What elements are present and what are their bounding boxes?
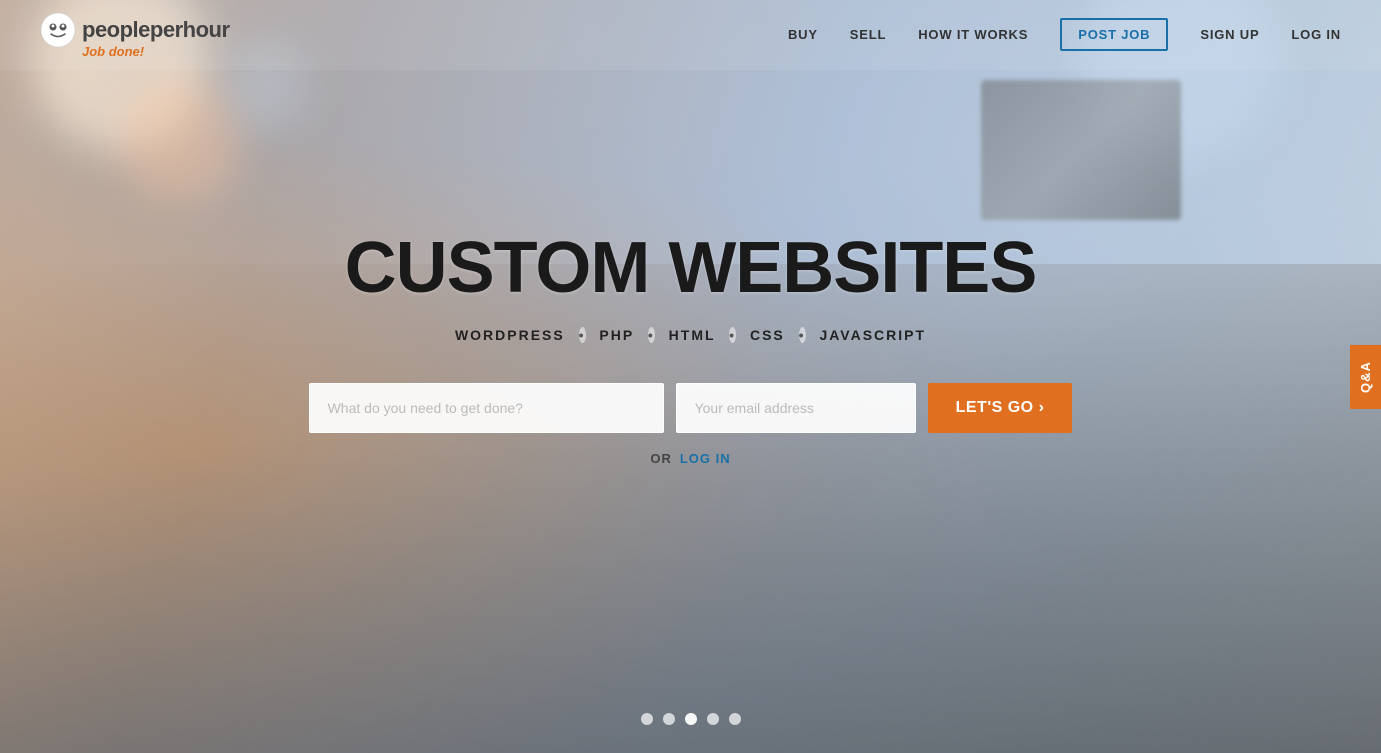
subtitle-wordpress: WORDPRESS [455,327,565,343]
subtitle-php: PHP [599,327,634,343]
logo-link[interactable]: peopleperhour Job done! [40,12,230,59]
dot-4: • [799,327,806,343]
or-label: OR [650,451,672,466]
logo-main: peopleperhour [40,12,230,48]
carousel-dot-3[interactable] [685,713,697,725]
hero-content: CUSTOM WEBSITES WORDPRESS • PHP • HTML •… [0,0,1381,753]
login-link[interactable]: LOG IN [680,451,731,466]
hero-subtitle: WORDPRESS • PHP • HTML • CSS • JAVASCRIP… [455,327,926,343]
carousel-dot-4[interactable] [707,713,719,725]
logo-tagline: Job done! [82,44,144,59]
nav-buy[interactable]: BUY [788,27,818,42]
logo-text: peopleperhour [82,17,230,43]
nav-how-it-works[interactable]: HOW IT WORKS [918,27,1028,42]
hero-title: CUSTOM WEBSITES [345,227,1037,309]
cta-button[interactable]: LET'S GO › [928,383,1073,433]
navbar: peopleperhour Job done! BUY SELL HOW IT … [0,0,1381,70]
dot-1: • [579,327,586,343]
task-input[interactable] [309,383,664,433]
nav-sell[interactable]: SELL [850,27,886,42]
carousel-dot-2[interactable] [663,713,675,725]
carousel-dot-1[interactable] [641,713,653,725]
hero-form: LET'S GO › [309,383,1073,433]
subtitle-javascript: JAVASCRIPT [819,327,926,343]
email-input[interactable] [676,383,916,433]
logo-icon [40,12,76,48]
dot-2: • [648,327,655,343]
subtitle-css: CSS [750,327,785,343]
qa-tab[interactable]: Q&A [1350,345,1381,409]
nav-log-in[interactable]: LOG IN [1291,27,1341,42]
hero-login-row: OR LOG IN [650,451,730,466]
carousel-dots [641,713,741,725]
carousel-dot-5[interactable] [729,713,741,725]
nav-post-job[interactable]: POST JOB [1060,18,1168,51]
dot-3: • [729,327,736,343]
nav-links: BUY SELL HOW IT WORKS POST JOB SIGN UP L… [788,26,1341,44]
subtitle-html: HTML [669,327,716,343]
nav-sign-up[interactable]: SIGN UP [1200,27,1259,42]
